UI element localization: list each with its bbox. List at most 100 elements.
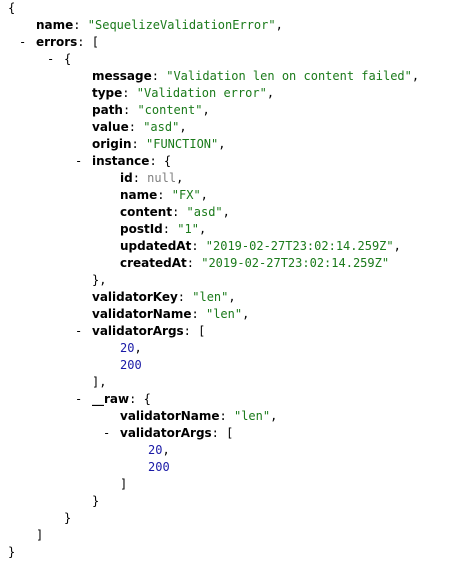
json-value: "FUNCTION" xyxy=(146,137,219,151)
json-colon: : xyxy=(157,188,165,202)
json-line: name: "SequelizeValidationError", xyxy=(36,17,283,34)
json-line: message: "Validation len on content fail… xyxy=(92,68,419,85)
collapse-toggle[interactable]: - xyxy=(103,425,110,442)
json-punctuation: , xyxy=(242,307,250,321)
json-line: } xyxy=(92,493,99,510)
collapse-toggle[interactable]: - xyxy=(75,323,82,340)
json-key: instance xyxy=(92,154,150,168)
json-value: "len" xyxy=(205,307,243,321)
json-line: } xyxy=(64,510,71,527)
collapse-toggle[interactable]: - xyxy=(75,153,82,170)
json-punctuation: , xyxy=(176,171,184,185)
json-key: type xyxy=(92,86,123,100)
json-value: "FX" xyxy=(171,188,201,202)
json-value: "2019-02-27T23:02:14.259Z" xyxy=(205,239,394,253)
json-punctuation: [ xyxy=(218,426,234,440)
json-line: validatorArgs: [ xyxy=(120,425,233,442)
json-punctuation: , xyxy=(218,137,226,151)
json-punctuation: { xyxy=(156,154,172,168)
json-bracket: { xyxy=(8,1,16,15)
json-key: validatorArgs xyxy=(120,426,212,440)
json-key: errors xyxy=(36,35,78,49)
json-value: "len" xyxy=(233,409,271,423)
json-colon: : xyxy=(122,86,130,100)
json-key: createdAt xyxy=(120,256,187,270)
json-value: 200 xyxy=(148,460,170,474)
json-colon: : xyxy=(211,426,219,440)
json-colon: : xyxy=(172,205,180,219)
json-punctuation: , xyxy=(393,239,401,253)
collapse-toggle[interactable]: - xyxy=(19,34,26,51)
json-line: 20, xyxy=(120,340,142,357)
json-punctuation: , xyxy=(200,188,208,202)
json-value: 20 xyxy=(148,443,163,457)
json-punctuation: [ xyxy=(84,35,99,49)
json-punctuation: , xyxy=(266,86,275,100)
json-bracket: ] xyxy=(120,477,128,491)
json-line: content: "asd", xyxy=(120,204,230,221)
json-key: content xyxy=(120,205,173,219)
json-line: instance: { xyxy=(92,153,171,170)
collapse-toggle[interactable]: - xyxy=(47,51,54,68)
json-key: validatorName xyxy=(92,307,192,321)
json-value: 200 xyxy=(120,358,142,372)
json-punctuation: , xyxy=(162,443,170,457)
json-line: updatedAt: "2019-02-27T23:02:14.259Z", xyxy=(120,238,401,255)
json-key: validatorKey xyxy=(92,290,178,304)
json-line: }, xyxy=(92,272,106,289)
json-line: postId: "1", xyxy=(120,221,206,238)
json-punctuation: [ xyxy=(190,324,206,338)
json-punctuation: , xyxy=(134,341,142,355)
json-punctuation: , xyxy=(222,205,230,219)
json-value: "len" xyxy=(192,290,229,304)
json-colon: : xyxy=(186,256,194,270)
json-value: "2019-02-27T23:02:14.259Z" xyxy=(201,256,390,270)
json-line: { xyxy=(8,0,15,17)
json-colon: : xyxy=(73,18,81,32)
json-colon: : xyxy=(177,290,186,304)
json-key: validatorName xyxy=(120,409,220,423)
json-colon: : xyxy=(149,154,157,168)
json-line: ] xyxy=(120,476,127,493)
json-colon: : xyxy=(131,137,139,151)
json-colon: : xyxy=(128,120,136,134)
json-key: origin xyxy=(92,137,132,151)
json-line: origin: "FUNCTION", xyxy=(92,136,225,153)
json-bracket: { xyxy=(64,52,72,66)
json-colon: : xyxy=(191,307,199,321)
json-line: path: "content", xyxy=(92,102,210,119)
json-bracket: } xyxy=(92,494,100,508)
json-key: __raw xyxy=(92,392,130,406)
json-line: value: "asd", xyxy=(92,119,187,136)
json-line: validatorName: "len", xyxy=(120,408,277,425)
json-value: "Validation error" xyxy=(136,86,267,100)
json-line: errors: [ xyxy=(36,34,99,51)
json-punctuation: , xyxy=(275,18,283,32)
json-colon: : xyxy=(132,171,140,185)
json-key: value xyxy=(92,120,129,134)
json-key: updatedAt xyxy=(120,239,192,253)
json-bracket: } xyxy=(64,511,72,525)
json-line: validatorKey: "len", xyxy=(92,289,236,306)
json-key: message xyxy=(92,69,152,83)
json-key: name xyxy=(120,188,158,202)
json-punctuation: , xyxy=(411,69,420,83)
json-punctuation: , xyxy=(228,290,236,304)
json-line: } xyxy=(8,544,15,561)
json-line: createdAt: "2019-02-27T23:02:14.259Z" xyxy=(120,255,389,272)
json-line: ] xyxy=(36,527,43,544)
json-colon: : xyxy=(151,69,159,83)
json-value: "SequelizeValidationError" xyxy=(87,18,276,32)
json-punctuation: , xyxy=(270,409,278,423)
json-line: id: null, xyxy=(120,170,183,187)
json-punctuation: , xyxy=(198,222,207,236)
json-line: 200 xyxy=(148,459,170,476)
json-viewer: {name: "SequelizeValidationError", errors… xyxy=(0,0,464,559)
json-colon: : xyxy=(122,103,131,117)
collapse-toggle[interactable]: - xyxy=(75,391,82,408)
json-line: validatorName: "len", xyxy=(92,306,249,323)
json-colon: : xyxy=(219,409,227,423)
json-value: "asd" xyxy=(186,205,223,219)
json-value: "1" xyxy=(177,222,199,236)
json-line: 20, xyxy=(148,442,170,459)
